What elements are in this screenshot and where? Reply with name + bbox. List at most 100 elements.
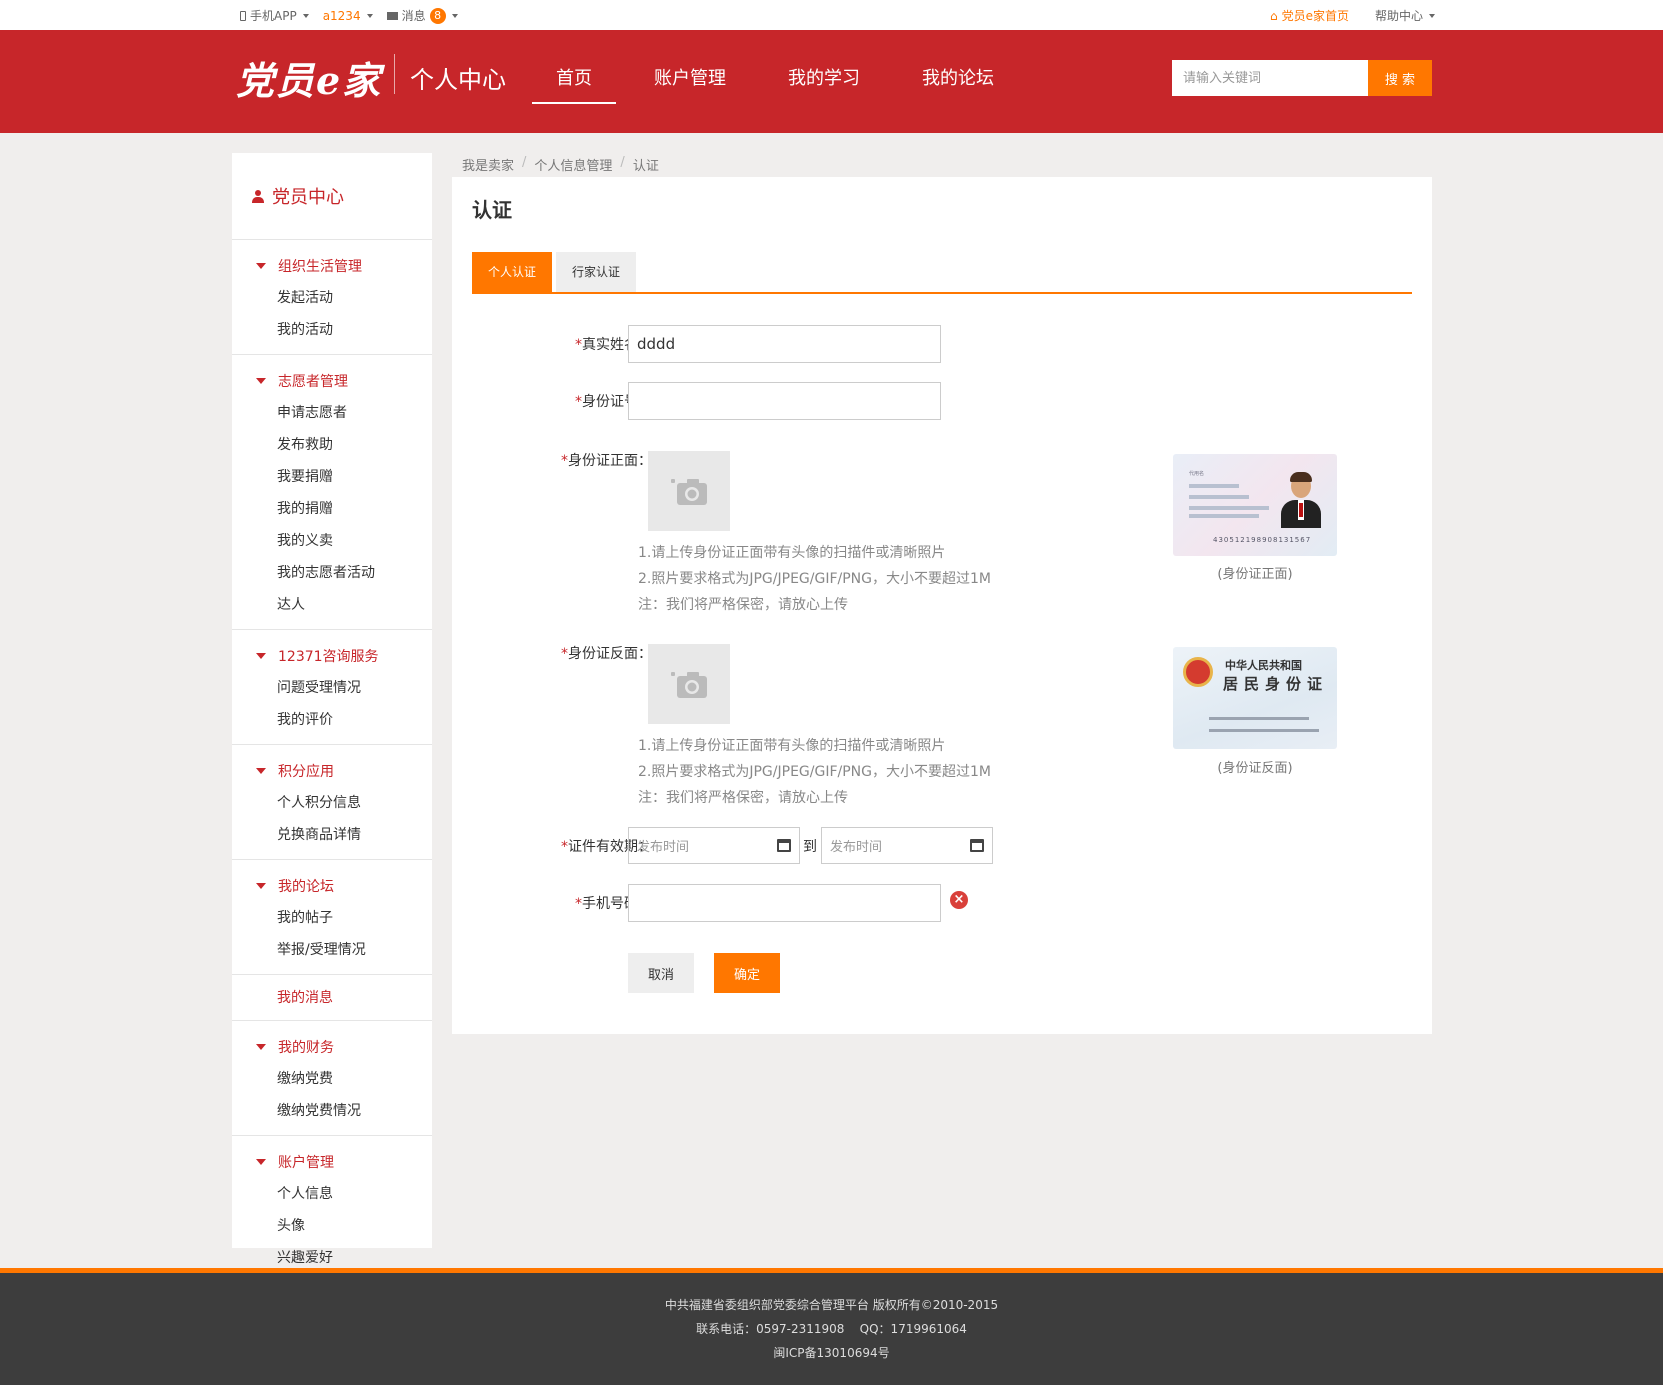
sidebar-item[interactable]: 头像 [232, 1210, 432, 1242]
id-front-hints: 1.请上传身份证正面带有头像的扫描件或清晰照片 2.照片要求格式为JPG/JPE… [638, 545, 991, 613]
sidebar-group-title[interactable]: 账户管理 [232, 1146, 432, 1178]
sidebar-group-title[interactable]: 我的论坛 [232, 870, 432, 902]
triangle-down-icon [256, 263, 266, 269]
breadcrumb-item-current: 认证 [632, 159, 659, 174]
search-bar: 搜 索 [1172, 60, 1432, 96]
messages-menu[interactable]: 消息 8 [386, 7, 458, 24]
validity-start-input[interactable]: 发布时间 [628, 827, 800, 864]
phone-icon [240, 10, 246, 21]
validity-end-input[interactable]: 发布时间 [821, 827, 993, 864]
triangle-down-icon [256, 653, 266, 659]
header: 党员e家 个人中心 首页 账户管理 我的学习 我的论坛 搜 索 [0, 30, 1663, 133]
sidebar-item[interactable]: 发布救助 [232, 429, 432, 461]
footer-copyright: 中共福建省委组织部党委综合管理平台 版权所有©2010-2015 [664, 1298, 999, 1312]
page-title: 认证 [472, 198, 512, 222]
sidebar-item[interactable]: 我的捐赠 [232, 493, 432, 525]
sidebar-group-volunteer: 志愿者管理 申请志愿者 发布救助 我要捐赠 我的捐赠 我的义卖 我的志愿者活动 … [232, 355, 432, 630]
sidebar-group-finance: 我的财务 缴纳党费 缴纳党费情况 [232, 1021, 432, 1136]
tab-expert-auth[interactable]: 行家认证 [556, 252, 637, 292]
sidebar-item[interactable]: 达人 [232, 589, 432, 621]
national-emblem-icon [1183, 657, 1213, 687]
sidebar-group-title[interactable]: 我的财务 [232, 1031, 432, 1063]
sidebar-item[interactable]: 我的帖子 [232, 902, 432, 934]
date-range-separator: 到 [803, 839, 817, 855]
help-center-menu[interactable]: 帮助中心 [1375, 7, 1435, 24]
cancel-button[interactable]: 取消 [628, 953, 694, 993]
footer-icp: 闽ICP备13010694号 [773, 1346, 890, 1360]
search-button[interactable]: 搜 索 [1368, 60, 1432, 96]
mobile-app-menu[interactable]: 手机APP [240, 7, 309, 24]
id-front-caption: (身份证正面) [1217, 567, 1293, 582]
nav-home[interactable]: 首页 [532, 64, 616, 104]
sidebar-item[interactable]: 举报/受理情况 [232, 934, 432, 966]
confirm-button[interactable]: 确定 [714, 953, 780, 993]
id-back-label: *身份证反面： [561, 646, 652, 662]
sidebar-item[interactable]: 申请志愿者 [232, 397, 432, 429]
sidebar-item[interactable]: 缴纳党费 [232, 1063, 432, 1095]
main-panel: 认证 个人认证 行家认证 *真实姓名： *身份证号： *身份证正面： 1.请上传… [452, 177, 1432, 1034]
sidebar-group-title[interactable]: 积分应用 [232, 755, 432, 787]
id-back-sample-image: 中华人民共和国 居民身份证 [1173, 647, 1337, 749]
envelope-icon [386, 11, 398, 20]
id-back-caption: (身份证反面) [1217, 761, 1293, 776]
sidebar-group-title[interactable]: 组织生活管理 [232, 250, 432, 282]
user-icon [252, 189, 264, 203]
sidebar-item[interactable]: 个人信息 [232, 1178, 432, 1210]
top-bar: 手机APP a1234 消息 8 ⌂ 党员e家首页 帮助中心 [0, 0, 1663, 30]
sidebar-group-points: 积分应用 个人积分信息 兑换商品详情 [232, 745, 432, 860]
sidebar-item[interactable]: 我的义卖 [232, 525, 432, 557]
tab-personal-auth[interactable]: 个人认证 [472, 252, 553, 292]
search-input[interactable] [1172, 60, 1368, 96]
portrait-icon [1279, 470, 1323, 528]
phone-input[interactable] [628, 884, 941, 922]
breadcrumb-item[interactable]: 个人信息管理 [534, 155, 612, 174]
sidebar-item[interactable]: 我的评价 [232, 704, 432, 736]
sidebar-item[interactable]: 我的活动 [232, 314, 432, 346]
triangle-down-icon [256, 378, 266, 384]
id-back-upload[interactable] [648, 644, 730, 724]
triangle-down-icon [256, 768, 266, 774]
sidebar-item-messages[interactable]: 我的消息 [232, 975, 432, 1021]
sidebar-header[interactable]: 党员中心 [232, 153, 432, 240]
camera-plus-icon [671, 672, 707, 698]
id-front-sample-image: 代用名 430512198908131567 [1173, 454, 1337, 556]
home-link[interactable]: ⌂ 党员e家首页 [1270, 7, 1349, 24]
calendar-icon [970, 839, 984, 852]
id-back-hints: 1.请上传身份证正面带有头像的扫描件或清晰照片 2.照片要求格式为JPG/JPE… [638, 738, 991, 806]
sidebar-group-title[interactable]: 志愿者管理 [232, 365, 432, 397]
sidebar-item[interactable]: 个人积分信息 [232, 787, 432, 819]
real-name-input[interactable] [628, 325, 941, 363]
site-logo[interactable]: 党员e家 [236, 50, 382, 105]
sidebar-group-account: 账户管理 个人信息 头像 兴趣爱好 [232, 1136, 432, 1282]
tab-bar: 个人认证 行家认证 [472, 252, 1412, 294]
nav-account[interactable]: 账户管理 [630, 64, 750, 104]
sidebar-item[interactable]: 发起活动 [232, 282, 432, 314]
breadcrumb-item[interactable]: 我是卖家 [462, 155, 514, 174]
sidebar-item[interactable]: 我的志愿者活动 [232, 557, 432, 589]
sidebar-item[interactable]: 缴纳党费情况 [232, 1095, 432, 1127]
sidebar-group-title[interactable]: 12371咨询服务 [232, 640, 432, 672]
id-front-upload[interactable] [648, 451, 730, 531]
nav-forum[interactable]: 我的论坛 [898, 64, 1018, 104]
message-count-badge: 8 [429, 7, 446, 24]
triangle-down-icon [256, 1044, 266, 1050]
error-x-icon: × [950, 891, 968, 909]
home-icon: ⌂ [1269, 8, 1278, 23]
footer: 中共福建省委组织部党委综合管理平台 版权所有©2010-2015 联系电话：05… [0, 1268, 1663, 1385]
main-nav: 首页 账户管理 我的学习 我的论坛 [532, 64, 1032, 104]
camera-plus-icon [671, 479, 707, 505]
footer-contact: 联系电话：0597-2311908 QQ：1719961064 [696, 1322, 967, 1336]
nav-study[interactable]: 我的学习 [764, 64, 884, 104]
sidebar: 党员中心 组织生活管理 发起活动 我的活动 志愿者管理 申请志愿者 发布救助 我… [232, 153, 432, 1266]
triangle-down-icon [256, 883, 266, 889]
id-number-input[interactable] [628, 382, 941, 420]
sidebar-group-consulting: 12371咨询服务 问题受理情况 我的评价 [232, 630, 432, 745]
sidebar-group-forum: 我的论坛 我的帖子 举报/受理情况 [232, 860, 432, 975]
header-subtitle: 个人中心 [410, 66, 506, 94]
sidebar-item[interactable]: 问题受理情况 [232, 672, 432, 704]
id-front-label: *身份证正面： [561, 453, 652, 469]
user-menu[interactable]: a1234 [323, 9, 373, 23]
logo-divider [394, 54, 395, 94]
sidebar-item[interactable]: 兑换商品详情 [232, 819, 432, 851]
sidebar-item[interactable]: 我要捐赠 [232, 461, 432, 493]
